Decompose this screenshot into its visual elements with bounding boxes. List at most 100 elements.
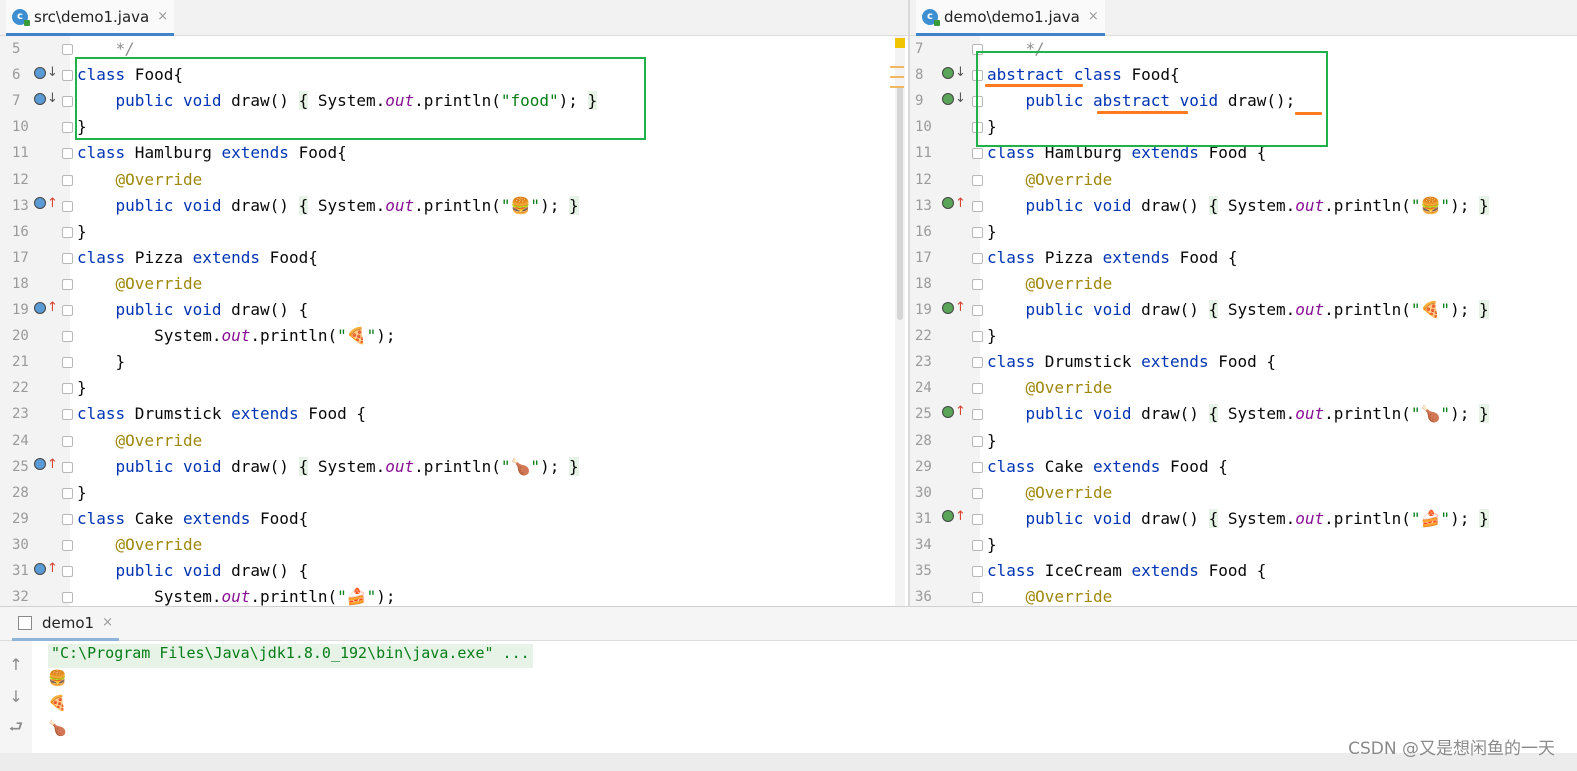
- code-line[interactable]: 9 ↓ public abstract void draw();: [910, 88, 1577, 114]
- fold-marker-icon[interactable]: [62, 592, 73, 604]
- code-text[interactable]: class Pizza extends Food {: [987, 248, 1237, 267]
- line-number[interactable]: 17: [915, 250, 947, 266]
- fold-marker-icon[interactable]: [972, 383, 983, 395]
- line-number[interactable]: 30: [12, 537, 44, 553]
- fold-marker-icon[interactable]: [972, 513, 983, 525]
- code-text[interactable]: System.out.println("🍰");: [77, 587, 396, 606]
- line-number[interactable]: 7: [915, 41, 947, 57]
- code-line[interactable]: 17 class Pizza extends Food{: [0, 245, 909, 271]
- override-method-icon[interactable]: ↑: [34, 458, 58, 471]
- fold-marker-icon[interactable]: [972, 252, 983, 264]
- code-line[interactable]: 6 ↓ class Food{: [0, 62, 909, 88]
- line-number[interactable]: 16: [12, 224, 44, 240]
- code-line[interactable]: 25 ↑ public void draw() { System.out.prin…: [0, 454, 909, 480]
- code-line[interactable]: 34}: [910, 532, 1577, 558]
- line-number[interactable]: 28: [915, 433, 947, 449]
- code-text[interactable]: abstract class Food{: [987, 65, 1180, 84]
- code-text[interactable]: public void draw() { System.out.println(…: [987, 508, 1489, 528]
- override-method-icon[interactable]: ↑: [34, 197, 58, 210]
- fold-marker-icon[interactable]: [62, 357, 73, 369]
- fold-marker-icon[interactable]: [972, 200, 983, 212]
- overridden-method-icon[interactable]: ↓: [942, 92, 966, 105]
- code-line[interactable]: 19 ↑ public void draw() {: [0, 297, 909, 323]
- fold-marker-icon[interactable]: [972, 122, 983, 134]
- code-text[interactable]: class Food{: [77, 65, 183, 84]
- code-line[interactable]: 28}: [910, 428, 1577, 454]
- line-number[interactable]: 24: [12, 433, 44, 449]
- fold-marker-icon[interactable]: [62, 435, 73, 447]
- overridden-method-icon[interactable]: ↓: [942, 66, 966, 79]
- code-text[interactable]: public void draw() { System.out.println(…: [77, 195, 579, 215]
- fold-marker-icon[interactable]: [972, 174, 983, 186]
- code-line[interactable]: 18 @Override: [0, 271, 909, 297]
- code-line[interactable]: 22}: [0, 375, 909, 401]
- code-text[interactable]: class IceCream extends Food {: [987, 561, 1266, 580]
- fold-marker-icon[interactable]: [62, 461, 73, 473]
- fold-marker-icon[interactable]: [972, 305, 983, 316]
- fold-marker-icon[interactable]: [62, 305, 73, 316]
- warning-marker[interactable]: [895, 38, 905, 48]
- fold-marker-icon[interactable]: [62, 226, 73, 238]
- fold-marker-icon[interactable]: [972, 96, 983, 108]
- fold-marker-icon[interactable]: [62, 539, 73, 551]
- line-number[interactable]: 32: [12, 589, 44, 605]
- line-number[interactable]: 24: [915, 380, 947, 396]
- line-number[interactable]: 20: [12, 328, 44, 344]
- code-text[interactable]: }: [987, 431, 997, 450]
- code-text[interactable]: public void draw() { System.out.println(…: [77, 91, 598, 111]
- code-line[interactable]: 11 class Hamlburg extends Food{: [0, 140, 909, 166]
- fold-marker-icon[interactable]: [972, 539, 983, 551]
- code-text[interactable]: class Drumstick extends Food {: [77, 404, 366, 423]
- tab-demo-demo1-java[interactable]: c demo\demo1.java ×: [916, 0, 1105, 36]
- code-text[interactable]: public void draw() {: [77, 300, 309, 319]
- code-text[interactable]: */: [77, 39, 135, 58]
- fold-marker-icon[interactable]: [972, 435, 983, 447]
- line-number[interactable]: 29: [12, 511, 44, 527]
- code-text[interactable]: public void draw() { System.out.println(…: [987, 300, 1489, 319]
- stripe-marker[interactable]: [890, 76, 904, 78]
- stripe-marker[interactable]: [890, 86, 904, 88]
- left-code-area[interactable]: 5 */6 ↓ class Food{7 ↓ public void draw() {…: [0, 36, 909, 606]
- code-text[interactable]: class Drumstick extends Food {: [987, 352, 1276, 371]
- code-line[interactable]: 23 class Drumstick extends Food {: [910, 349, 1577, 375]
- fold-marker-icon[interactable]: [972, 278, 983, 290]
- fold-marker-icon[interactable]: [972, 226, 983, 238]
- line-number[interactable]: 28: [12, 485, 44, 501]
- code-line[interactable]: 12 @Override: [0, 167, 909, 193]
- scroll-thumb[interactable]: [897, 86, 903, 320]
- code-line[interactable]: 13 ↑ public void draw() { System.out.prin…: [910, 193, 1577, 219]
- code-line[interactable]: 31 ↑ public void draw() {: [0, 558, 909, 584]
- fold-marker-icon[interactable]: [972, 487, 983, 499]
- code-line[interactable]: 13 ↑ public void draw() { System.out.prin…: [0, 193, 909, 219]
- fold-marker-icon[interactable]: [62, 200, 73, 212]
- code-line[interactable]: 18 @Override: [910, 271, 1577, 297]
- line-number[interactable]: 35: [915, 563, 947, 579]
- code-line[interactable]: 29 class Cake extends Food{: [0, 506, 909, 532]
- fold-marker-icon[interactable]: [62, 383, 73, 395]
- code-text[interactable]: }: [987, 222, 997, 241]
- code-line[interactable]: 17 class Pizza extends Food {: [910, 245, 1577, 271]
- code-line[interactable]: 10}: [0, 114, 909, 140]
- code-line[interactable]: 30 @Override: [910, 480, 1577, 506]
- code-text[interactable]: @Override: [987, 170, 1113, 189]
- override-method-icon[interactable]: ↑: [942, 197, 966, 210]
- line-number[interactable]: 11: [12, 145, 44, 161]
- close-icon[interactable]: ×: [1088, 9, 1099, 24]
- fold-marker-icon[interactable]: [972, 461, 983, 473]
- code-line[interactable]: 32 System.out.println("🍰");: [0, 584, 909, 606]
- fold-marker-icon[interactable]: [62, 70, 73, 82]
- code-line[interactable]: 36 @Override: [910, 584, 1577, 606]
- code-line[interactable]: 19 ↑ public void draw() { System.out.prin…: [910, 297, 1577, 323]
- line-number[interactable]: 12: [12, 172, 44, 188]
- fold-marker-icon[interactable]: [972, 409, 983, 421]
- line-number[interactable]: 22: [915, 328, 947, 344]
- tab-src-demo1-java[interactable]: c src\demo1.java ×: [6, 0, 175, 36]
- fold-marker-icon[interactable]: [972, 566, 983, 577]
- code-text[interactable]: public void draw() { System.out.println(…: [987, 404, 1489, 424]
- code-text[interactable]: System.out.println("🍕");: [77, 326, 396, 345]
- code-text[interactable]: @Override: [77, 170, 203, 189]
- line-number[interactable]: 23: [915, 354, 947, 370]
- code-line[interactable]: 16}: [910, 219, 1577, 245]
- code-line[interactable]: 10}: [910, 114, 1577, 140]
- override-method-icon[interactable]: ↑: [942, 405, 966, 418]
